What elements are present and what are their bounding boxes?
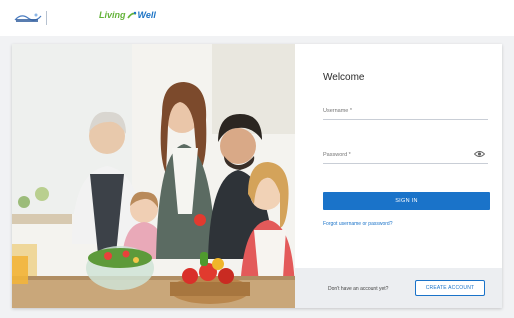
sign-in-button[interactable]: SIGN IN	[323, 192, 490, 210]
create-account-button[interactable]: CREATE ACCOUNT	[415, 280, 485, 296]
living-well-swoosh-icon	[126, 11, 136, 18]
top-header: Living Well	[0, 0, 514, 36]
password-field	[323, 148, 488, 164]
health-plan-logo-icon	[14, 13, 42, 22]
login-form: Welcome SIGN IN Forgot username or passw…	[295, 44, 502, 308]
health-plan-logo[interactable]	[14, 9, 91, 27]
family-cooking-illustration	[12, 44, 295, 308]
show-password-eye-icon[interactable]	[474, 150, 485, 158]
password-underline	[323, 163, 488, 164]
living-well-logo-part1: Living	[99, 10, 126, 20]
welcome-title: Welcome	[323, 72, 365, 83]
living-well-logo-part2: Well	[137, 10, 156, 20]
password-input[interactable]	[323, 148, 488, 162]
username-field	[323, 104, 488, 120]
living-well-logo: Living Well	[99, 10, 156, 20]
logo-separator	[46, 11, 47, 25]
username-underline	[323, 119, 488, 120]
username-input[interactable]	[323, 104, 488, 118]
no-account-text: Don't have an account yet?	[328, 286, 389, 292]
login-card: Welcome SIGN IN Forgot username or passw…	[12, 44, 502, 308]
family-cooking-photo	[12, 44, 295, 308]
forgot-credentials-link[interactable]: Forgot username or password?	[323, 221, 392, 227]
create-account-footer: Don't have an account yet? CREATE ACCOUN…	[295, 268, 502, 308]
